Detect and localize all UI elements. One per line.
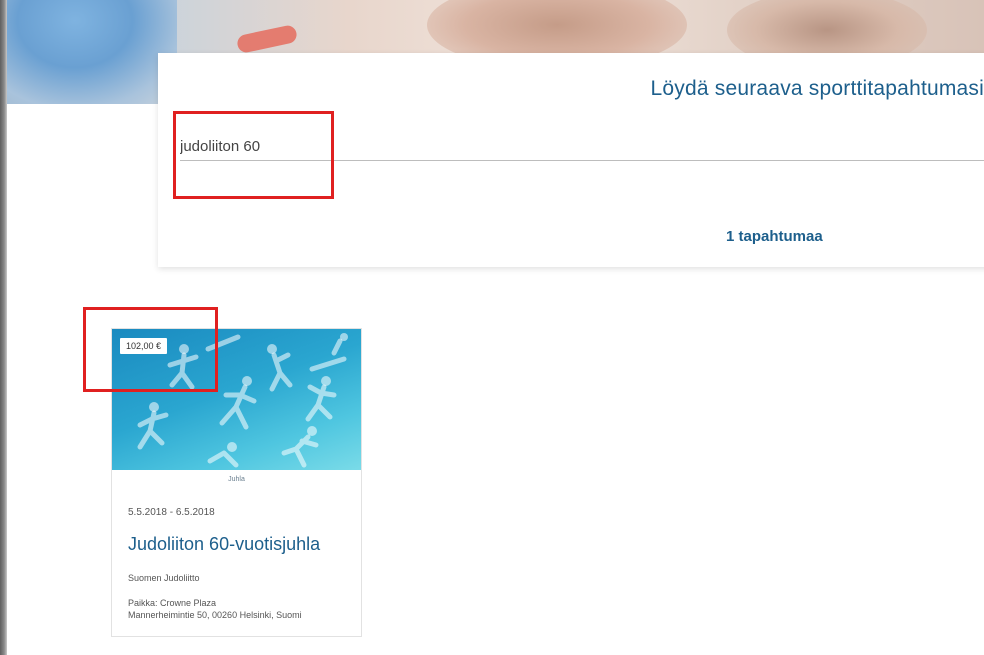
hero-decoration-red [235,23,299,55]
page: Löydä seuraava sporttitapahtumasi 1 tapa… [0,0,984,655]
annotation-highlight-price [83,307,218,392]
venue-address: Mannerheimintie 50, 00260 Helsinki, Suom… [128,610,302,620]
venue-name: Paikka: Crowne Plaza [128,598,217,608]
window-left-edge [0,0,7,655]
annotation-highlight-search [173,111,334,199]
event-category: Juhla [228,476,245,483]
event-venue: Paikka: Crowne Plaza Mannerheimintie 50,… [128,597,302,621]
result-count: 1 tapahtumaa [726,228,823,245]
event-dates: 5.5.2018 - 6.5.2018 [128,507,215,518]
hero-decoration-blue [7,0,177,104]
event-organizer: Suomen Judoliitto [128,573,200,583]
search-heading: Löydä seuraava sporttitapahtumasi [650,77,984,100]
event-title-link[interactable]: Judoliiton 60-vuotisjuhla [128,534,320,555]
